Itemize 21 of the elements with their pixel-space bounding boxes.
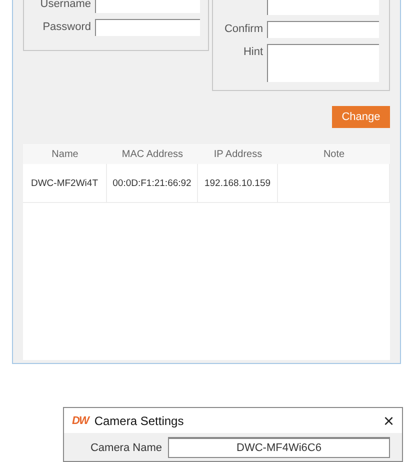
field-label: Camera Name (89, 442, 162, 454)
input-field[interactable] (267, 21, 379, 38)
table-cell: DWC-MF2Wi4T (30, 178, 98, 188)
field-label: Confirm (224, 23, 263, 35)
input-field[interactable]: DWC-MF4Wi6C6 (168, 437, 390, 458)
field-label: Hint (243, 46, 263, 58)
input-field[interactable] (267, 0, 379, 15)
column-header[interactable]: Note (278, 148, 390, 160)
column-header[interactable]: MAC Address (107, 148, 198, 160)
input-field[interactable] (95, 0, 200, 13)
window-title: Camera Settings (94, 414, 185, 428)
input-field[interactable] (95, 19, 200, 36)
input-field[interactable] (267, 44, 379, 82)
change-button[interactable]: Change (332, 106, 390, 128)
column-header[interactable]: Name (23, 148, 107, 160)
table-cell: 00:0D:F1:21:66:92 (112, 178, 192, 188)
close-icon[interactable]: × (383, 412, 394, 430)
field-label: Password (42, 20, 91, 35)
logo: DW (72, 414, 88, 426)
table-cell: 192.168.10.159 (204, 178, 271, 188)
column-header[interactable]: IP Address (198, 148, 278, 160)
